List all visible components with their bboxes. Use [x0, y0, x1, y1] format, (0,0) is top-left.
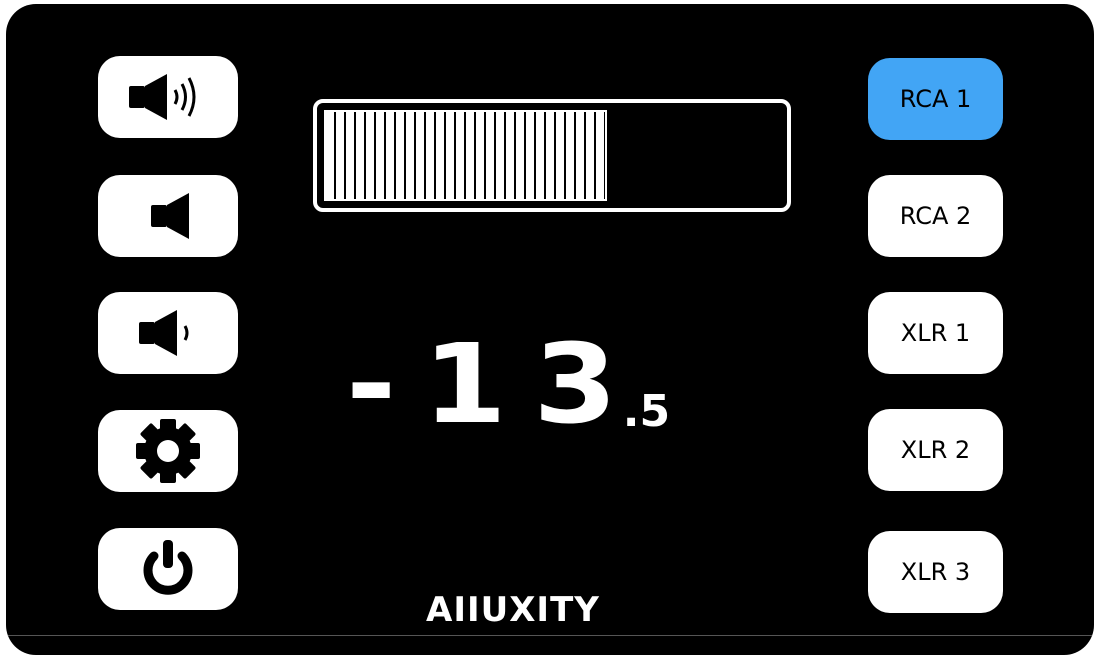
- input-xlr-3-button[interactable]: XLR 3: [868, 531, 1003, 613]
- input-label: XLR 3: [900, 558, 971, 586]
- volume-meter-fill: [324, 110, 607, 201]
- mute-icon: [125, 191, 211, 241]
- volume-meter-track: [324, 110, 780, 201]
- bottom-divider: [6, 635, 1094, 636]
- volume-meter: [313, 99, 791, 212]
- volume-up-icon: [125, 72, 211, 122]
- settings-button[interactable]: [98, 410, 238, 492]
- settings-icon: [133, 416, 203, 486]
- input-label: RCA 1: [899, 85, 972, 113]
- volume-down-button[interactable]: [98, 292, 238, 374]
- brand-logo: AIIUXITY: [426, 590, 600, 630]
- volume-readout-main: -13: [346, 320, 644, 448]
- device-screen: -13 .5 RCA 1 RCA 2 XLR 1 XLR 2 XLR 3 AII…: [6, 4, 1094, 655]
- input-rca-1-button[interactable]: RCA 1: [868, 58, 1003, 140]
- volume-up-button[interactable]: [98, 56, 238, 138]
- input-rca-2-button[interactable]: RCA 2: [868, 175, 1003, 257]
- power-button[interactable]: [98, 528, 238, 610]
- volume-readout: -13 .5: [346, 320, 670, 448]
- input-label: XLR 2: [900, 436, 971, 464]
- input-xlr-2-button[interactable]: XLR 2: [868, 409, 1003, 491]
- mute-button[interactable]: [98, 175, 238, 257]
- input-label: RCA 2: [899, 202, 972, 230]
- input-xlr-1-button[interactable]: XLR 1: [868, 292, 1003, 374]
- input-label: XLR 1: [900, 319, 971, 347]
- power-icon: [133, 534, 203, 604]
- volume-down-icon: [125, 308, 211, 358]
